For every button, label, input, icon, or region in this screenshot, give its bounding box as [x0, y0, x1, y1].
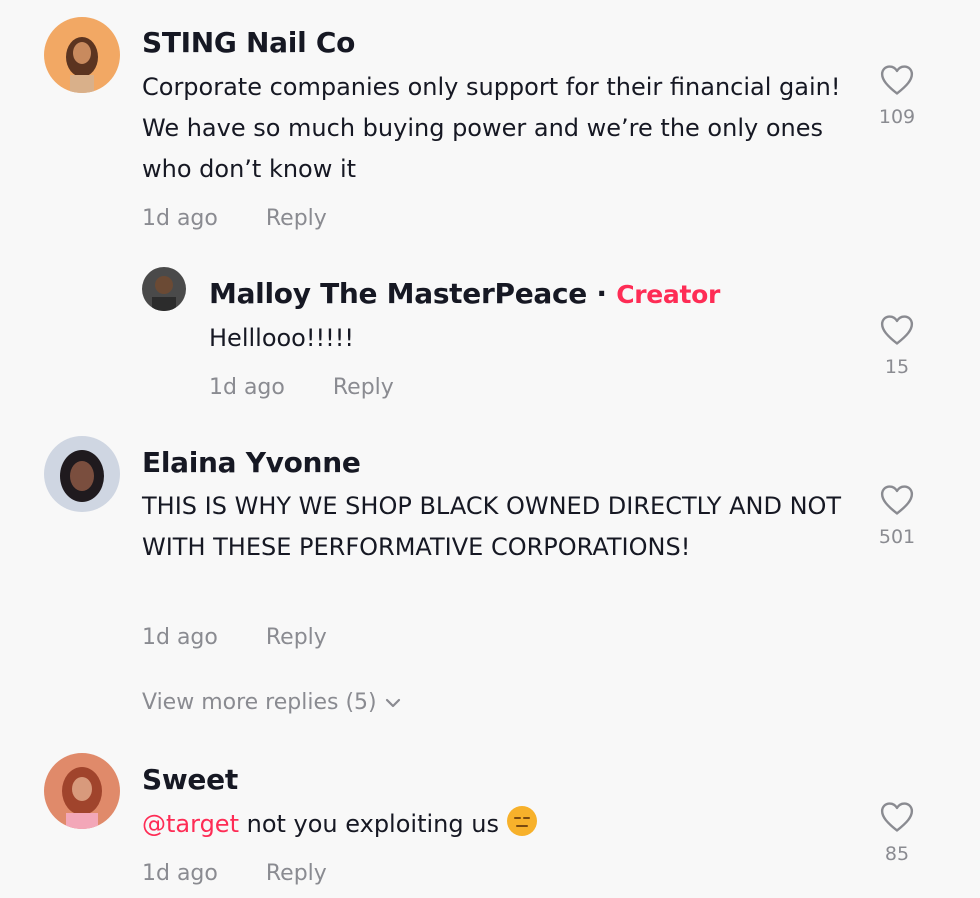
badge-separator: · [586, 277, 617, 310]
chevron-down-icon [385, 698, 400, 708]
comment-text: Corporate companies only support for the… [142, 73, 841, 183]
comment-author[interactable]: Sweet [142, 763, 238, 796]
view-more-replies-label: View more replies (5) [142, 690, 377, 715]
heart-outline-icon [880, 315, 914, 345]
comment-text-row: @target not you exploiting us [142, 804, 537, 845]
mention-link[interactable]: @target [142, 810, 239, 838]
avatar[interactable] [44, 436, 120, 512]
comment-time: 1d ago [142, 625, 218, 650]
comment-time: 1d ago [209, 375, 285, 400]
like-button[interactable]: 15 [867, 314, 927, 378]
comment-meta: 1d ago Reply [142, 625, 327, 650]
comment-meta: 1d ago Reply [209, 375, 394, 400]
comment-author[interactable]: STING Nail Co [142, 26, 355, 59]
like-count: 85 [884, 843, 910, 865]
comment-meta: 1d ago Reply [142, 861, 327, 886]
like-button[interactable]: 109 [867, 64, 927, 128]
comment-author-row: Malloy The MasterPeace · Creator [209, 277, 720, 310]
avatar[interactable] [44, 17, 120, 93]
reply-button[interactable]: Reply [266, 625, 327, 650]
like-button[interactable]: 85 [867, 801, 927, 865]
comment-text: Helllooo!!!!! [209, 324, 354, 352]
heart-outline-icon [880, 802, 914, 832]
comment-time: 1d ago [142, 206, 218, 231]
view-more-replies-button[interactable]: View more replies (5) [142, 690, 401, 715]
comment-author[interactable]: Elaina Yvonne [142, 446, 361, 479]
reply-button[interactable]: Reply [333, 375, 394, 400]
comment-time: 1d ago [142, 861, 218, 886]
avatar[interactable] [142, 267, 186, 311]
heart-outline-icon [880, 485, 914, 515]
comment-text: not you exploiting us [238, 810, 499, 838]
comment-author[interactable]: Malloy The MasterPeace [209, 277, 587, 310]
heart-outline-icon [880, 65, 914, 95]
like-count: 15 [884, 356, 910, 378]
reply-button[interactable]: Reply [266, 861, 327, 886]
comment-meta: 1d ago Reply [142, 206, 327, 231]
like-count: 501 [878, 526, 916, 548]
like-count: 109 [878, 106, 916, 128]
creator-badge: Creator [616, 280, 721, 309]
avatar[interactable] [44, 753, 120, 829]
reply-button[interactable]: Reply [266, 206, 327, 231]
like-button[interactable]: 501 [867, 484, 927, 548]
comment-text: THIS IS WHY WE SHOP BLACK OWNED DIRECTLY… [142, 492, 842, 561]
expressionless-face-emoji [506, 806, 537, 836]
